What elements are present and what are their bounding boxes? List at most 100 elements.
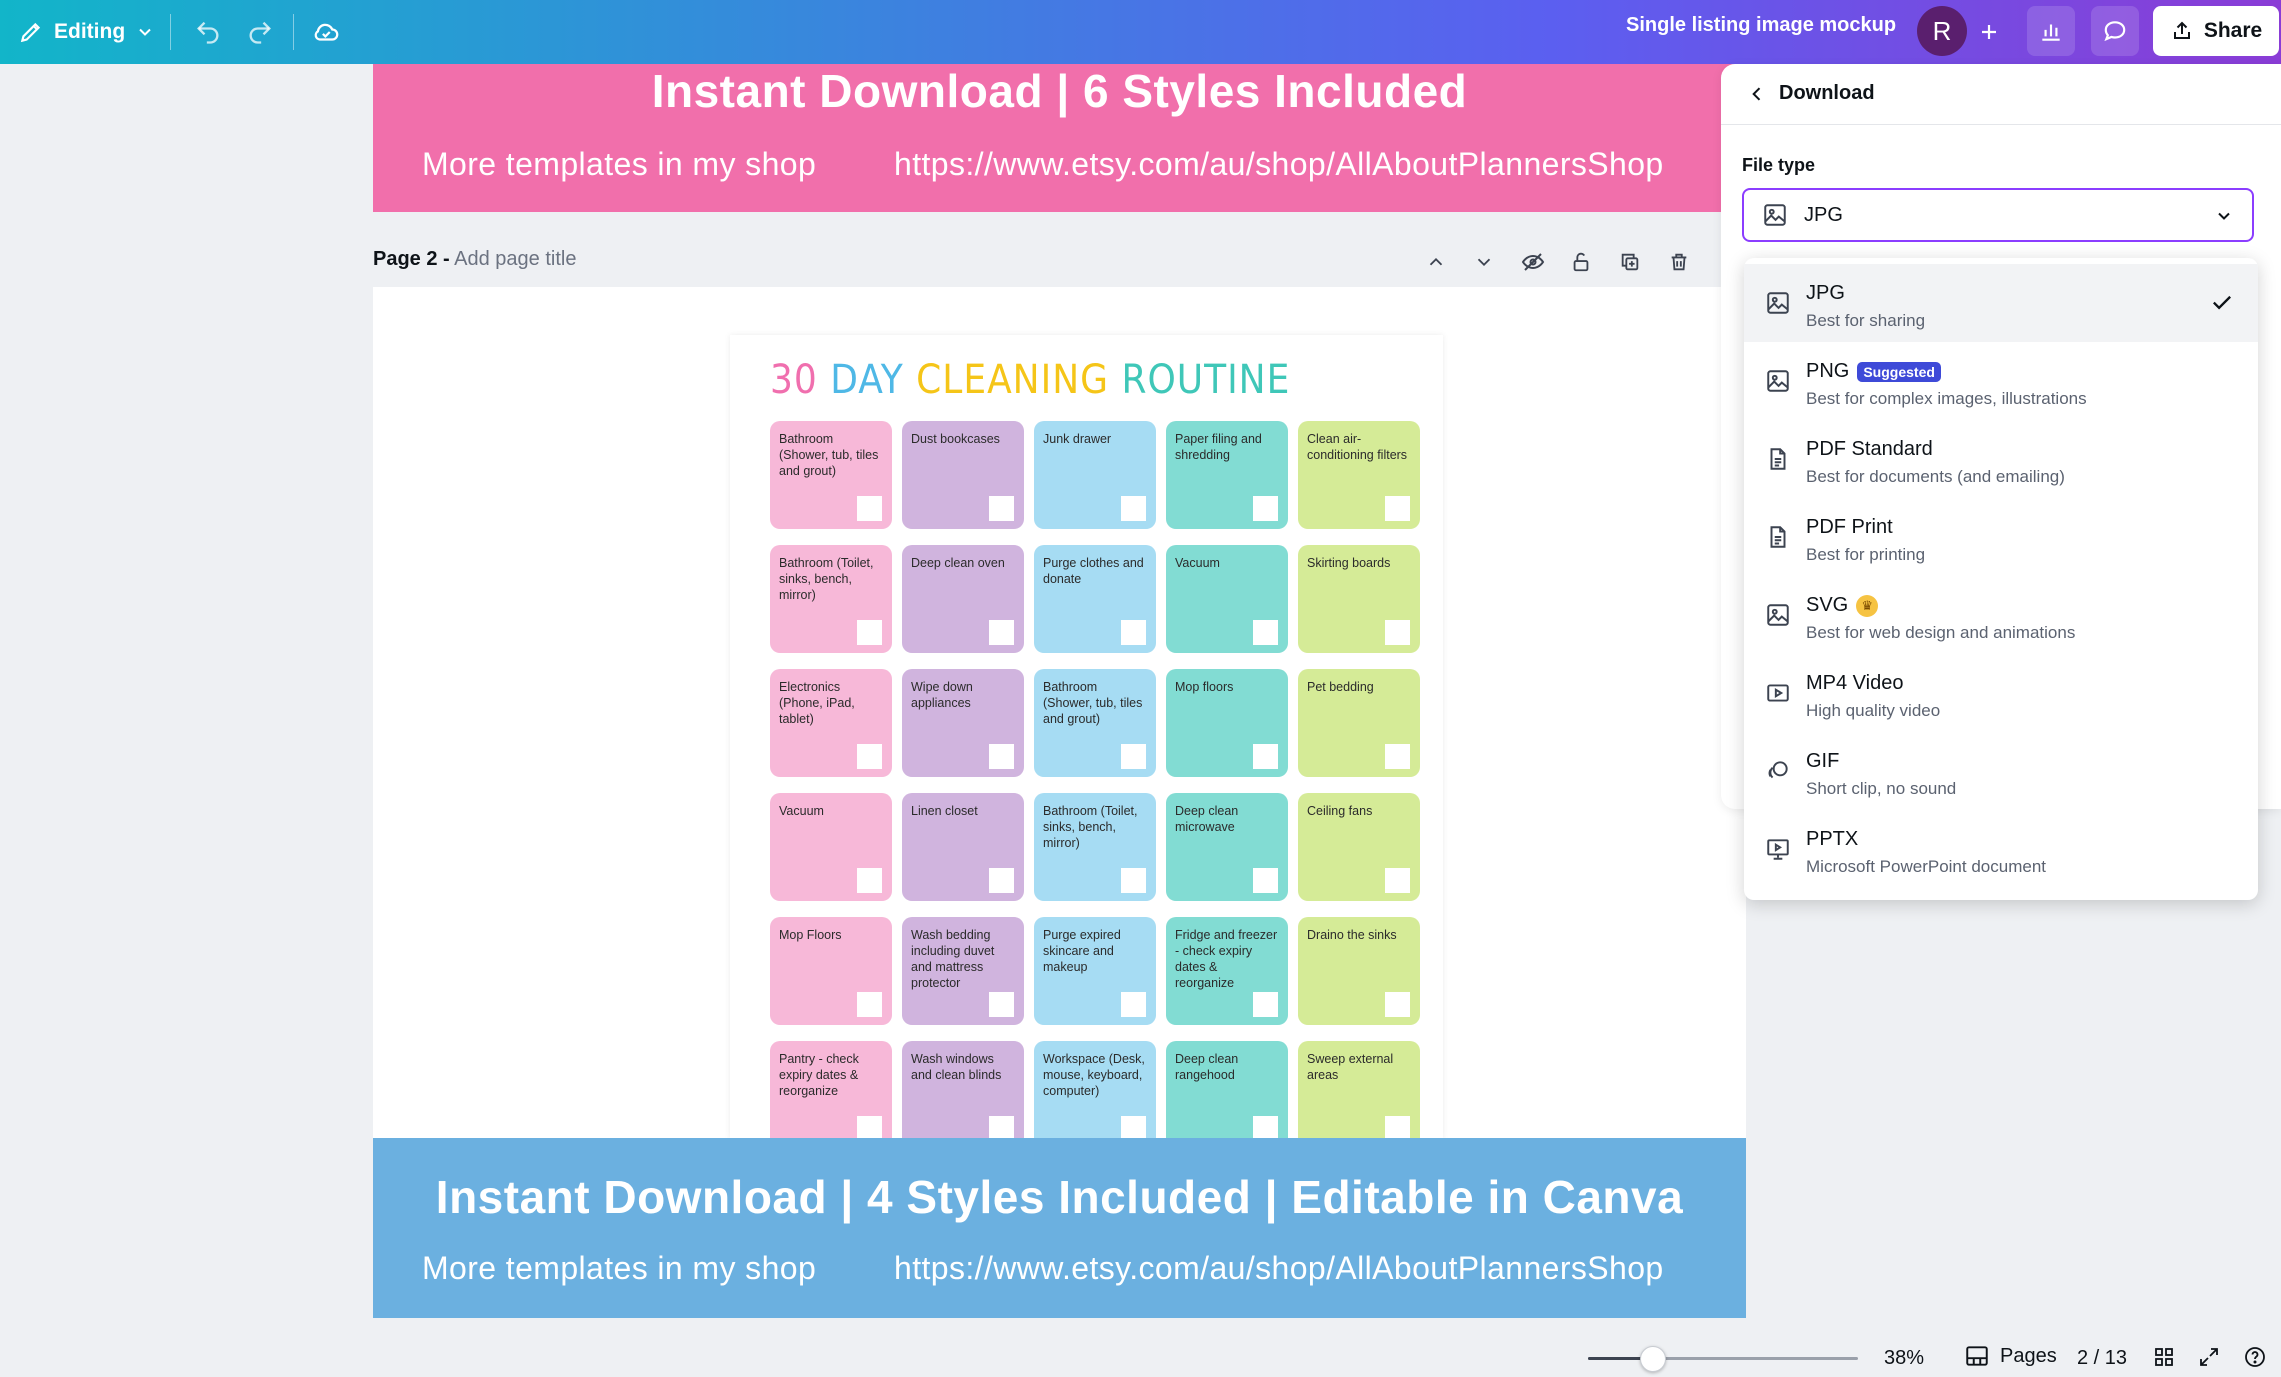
duplicate-page-button[interactable]	[1614, 246, 1646, 278]
task-card[interactable]: Deep clean rangehood	[1166, 1041, 1288, 1139]
task-checkbox[interactable]	[1253, 620, 1278, 645]
task-checkbox[interactable]	[989, 744, 1014, 769]
redo-button[interactable]	[238, 10, 282, 54]
task-checkbox[interactable]	[1253, 1116, 1278, 1139]
move-page-down-button[interactable]	[1468, 246, 1500, 278]
task-card[interactable]: Junk drawer	[1034, 421, 1156, 529]
task-card[interactable]: Bathroom (Shower, tub, tiles and grout)	[770, 421, 892, 529]
task-card[interactable]: Ceiling fans	[1298, 793, 1420, 901]
task-checkbox[interactable]	[1385, 496, 1410, 521]
task-checkbox[interactable]	[857, 992, 882, 1017]
task-checkbox[interactable]	[989, 1116, 1014, 1139]
file-type-option[interactable]: GIF Short clip, no sound	[1744, 732, 2258, 810]
task-checkbox[interactable]	[857, 620, 882, 645]
task-checkbox[interactable]	[989, 620, 1014, 645]
lock-page-button[interactable]	[1565, 246, 1597, 278]
task-card[interactable]: Skirting boards	[1298, 545, 1420, 653]
task-card[interactable]: Vacuum	[1166, 545, 1288, 653]
help-button[interactable]	[2243, 1345, 2267, 1369]
task-checkbox[interactable]	[1121, 744, 1146, 769]
grid-view-button[interactable]	[2152, 1345, 2176, 1369]
task-card[interactable]: Draino the sinks	[1298, 917, 1420, 1025]
download-back-button[interactable]: Download	[1747, 82, 1875, 105]
task-card[interactable]: Purge clothes and donate	[1034, 545, 1156, 653]
insights-button[interactable]	[2027, 6, 2075, 56]
task-checkbox[interactable]	[1253, 868, 1278, 893]
delete-page-button[interactable]	[1663, 246, 1695, 278]
undo-button[interactable]	[186, 10, 230, 54]
task-checkbox[interactable]	[1253, 496, 1278, 521]
task-checkbox[interactable]	[1385, 744, 1410, 769]
file-type-option[interactable]: JPG Best for sharing	[1744, 264, 2258, 342]
fullscreen-button[interactable]	[2197, 1345, 2221, 1369]
task-checkbox[interactable]	[989, 496, 1014, 521]
task-checkbox[interactable]	[989, 868, 1014, 893]
task-card[interactable]: Wash bedding including duvet and mattres…	[902, 917, 1024, 1025]
task-checkbox[interactable]	[857, 1116, 882, 1139]
file-type-option[interactable]: PNG Suggested Best for complex images, ill…	[1744, 342, 2258, 420]
comments-button[interactable]	[2091, 6, 2139, 56]
task-card[interactable]: Pet bedding	[1298, 669, 1420, 777]
task-checkbox[interactable]	[1121, 868, 1146, 893]
task-card[interactable]: Linen closet	[902, 793, 1024, 901]
task-card[interactable]: Wash windows and clean blinds	[902, 1041, 1024, 1139]
page-title-input[interactable]: Add page title	[454, 248, 576, 270]
task-checkbox[interactable]	[1385, 1116, 1410, 1139]
task-card[interactable]: Mop floors	[1166, 669, 1288, 777]
file-type-option[interactable]: SVG ♛ Best for web design and animations	[1744, 576, 2258, 654]
task-card[interactable]: Workspace (Desk, mouse, keyboard, comput…	[1034, 1041, 1156, 1139]
move-page-up-button[interactable]	[1420, 246, 1452, 278]
task-checkbox[interactable]	[857, 496, 882, 521]
task-checkbox[interactable]	[1121, 620, 1146, 645]
file-type-option[interactable]: PPTX Microsoft PowerPoint document	[1744, 810, 2258, 888]
task-card[interactable]: Bathroom (Toilet, sinks, bench, mirror)	[1034, 793, 1156, 901]
add-collaborator-button[interactable]	[1967, 8, 2011, 56]
hide-page-button[interactable]	[1517, 246, 1549, 278]
task-card[interactable]: Electronics (Phone, iPad, tablet)	[770, 669, 892, 777]
task-card[interactable]: Clean air-conditioning filters	[1298, 421, 1420, 529]
file-type-option[interactable]: PDF Print Best for printing	[1744, 498, 2258, 576]
task-card[interactable]: Fridge and freezer - check expiry dates …	[1166, 917, 1288, 1025]
task-checkbox[interactable]	[857, 868, 882, 893]
cloud-save-button[interactable]	[304, 10, 348, 54]
editing-mode-button[interactable]: Editing	[18, 10, 155, 54]
task-checkbox[interactable]	[1121, 1116, 1146, 1139]
file-type-option[interactable]: MP4 Video High quality video	[1744, 654, 2258, 732]
task-card[interactable]: Bathroom (Toilet, sinks, bench, mirror)	[770, 545, 892, 653]
task-checkbox[interactable]	[1253, 992, 1278, 1017]
task-card[interactable]: Sweep external areas	[1298, 1041, 1420, 1139]
task-card[interactable]: Mop Floors	[770, 917, 892, 1025]
task-card[interactable]: Deep clean microwave	[1166, 793, 1288, 901]
task-card[interactable]: Bathroom (Shower, tub, tiles and grout)	[1034, 669, 1156, 777]
task-checkbox[interactable]	[1385, 992, 1410, 1017]
task-card[interactable]: Purge expired skincare and makeup	[1034, 917, 1156, 1025]
zoom-level[interactable]: 38%	[1884, 1347, 1924, 1370]
page-2[interactable]: 30 DAY CLEANING ROUTINE Bathroom (Shower…	[373, 287, 1746, 1139]
task-card[interactable]: Deep clean oven	[902, 545, 1024, 653]
task-checkbox[interactable]	[1385, 620, 1410, 645]
task-checkbox[interactable]	[1385, 868, 1410, 893]
image-icon	[1763, 288, 1793, 318]
cleaning-routine-sheet[interactable]: 30 DAY CLEANING ROUTINE Bathroom (Shower…	[730, 335, 1443, 1139]
file-type-option[interactable]: PDF Standard Best for documents (and emai…	[1744, 420, 2258, 498]
task-card[interactable]: Dust bookcases	[902, 421, 1024, 529]
top-banner[interactable]: Instant Download | 6 Styles Included Mor…	[373, 64, 1746, 212]
task-checkbox[interactable]	[989, 992, 1014, 1017]
task-checkbox[interactable]	[857, 744, 882, 769]
task-card[interactable]: Vacuum	[770, 793, 892, 901]
avatar[interactable]: R	[1917, 6, 1967, 56]
bottom-banner[interactable]: Instant Download | 4 Styles Included | E…	[373, 1138, 1746, 1318]
task-card[interactable]: Pantry - check expiry dates & reorganize	[770, 1041, 892, 1139]
task-card[interactable]: Paper filing and shredding	[1166, 421, 1288, 529]
share-button[interactable]: Share	[2153, 6, 2279, 56]
file-type-dropdown: JPG Best for sharing PNG Suggested Best for …	[1744, 258, 2258, 900]
task-label: Clean air-conditioning filters	[1307, 432, 1408, 462]
pages-button[interactable]: Pages	[1964, 1343, 2057, 1369]
zoom-slider-handle[interactable]	[1639, 1346, 1666, 1372]
task-checkbox[interactable]	[1121, 992, 1146, 1017]
task-card[interactable]: Wipe down appliances	[902, 669, 1024, 777]
task-checkbox[interactable]	[1121, 496, 1146, 521]
document-title[interactable]: Single listing image mockup	[1626, 14, 1896, 37]
file-type-select[interactable]: JPG	[1742, 188, 2254, 242]
task-checkbox[interactable]	[1253, 744, 1278, 769]
